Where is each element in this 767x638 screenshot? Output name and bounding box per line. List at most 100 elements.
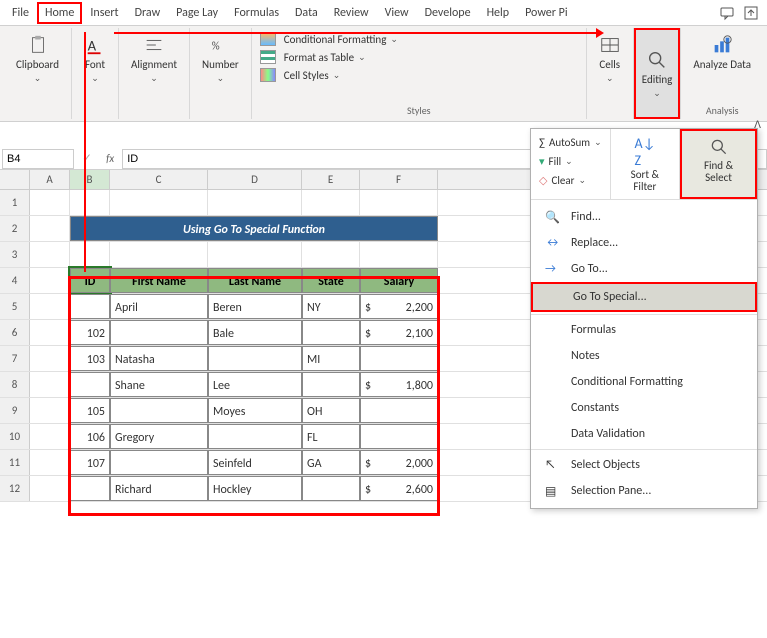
cell[interactable] xyxy=(110,242,208,267)
sort-filter-button[interactable]: A↓Z Sort & Filter xyxy=(611,129,680,199)
menu-select-objects[interactable]: ↖Select Objects xyxy=(531,452,757,478)
menu-constants[interactable]: Constants xyxy=(531,395,757,421)
row-header[interactable]: 10 xyxy=(0,424,30,449)
cell-state[interactable]: MI xyxy=(302,346,360,371)
cell-salary[interactable]: $2,600 xyxy=(360,476,438,501)
row-header[interactable]: 6 xyxy=(0,320,30,345)
alignment-button[interactable]: Alignment ⌄ xyxy=(125,30,183,88)
menu-notes[interactable]: Notes xyxy=(531,343,757,369)
fx-icon[interactable]: fx xyxy=(98,152,122,165)
comments-icon[interactable] xyxy=(719,5,735,21)
cell[interactable] xyxy=(30,398,70,423)
cells-button[interactable]: Cells ⌄ xyxy=(593,30,627,88)
cell-firstname[interactable] xyxy=(110,450,208,475)
clear-button[interactable]: ◇ Clear ⌄ xyxy=(539,171,602,190)
row-header[interactable]: 12 xyxy=(0,476,30,501)
menu-data-validation[interactable]: Data Validation xyxy=(531,421,757,447)
cell-firstname[interactable]: April xyxy=(110,294,208,319)
tab-pagelayout[interactable]: Page Lay xyxy=(168,2,226,24)
cell[interactable] xyxy=(30,476,70,501)
cell-id[interactable]: 102 xyxy=(70,320,110,345)
cell-firstname[interactable]: Shane xyxy=(110,372,208,397)
tab-data[interactable]: Data xyxy=(287,2,326,24)
tab-powerpivot[interactable]: Power Pi xyxy=(517,2,576,24)
cell-styles[interactable]: Cell Styles ⌄ xyxy=(260,66,578,84)
editing-button[interactable]: Editing ⌄ xyxy=(634,28,681,119)
row-header[interactable]: 2 xyxy=(0,216,30,241)
cell[interactable] xyxy=(30,242,70,267)
menu-goto-special[interactable]: Go To Special... xyxy=(531,282,757,312)
autosum-button[interactable]: ∑ AutoSum ⌄ xyxy=(539,133,602,152)
number-button[interactable]: % Number ⌄ xyxy=(196,30,245,88)
table-header[interactable]: Last Name xyxy=(208,268,302,293)
cell[interactable] xyxy=(70,242,110,267)
row-header[interactable]: 3 xyxy=(0,242,30,267)
cell[interactable] xyxy=(208,190,302,215)
menu-find[interactable]: 🔍Find... xyxy=(531,204,757,230)
cell-salary[interactable] xyxy=(360,346,438,371)
table-header[interactable]: First Name xyxy=(110,268,208,293)
select-all-corner[interactable] xyxy=(0,170,30,189)
cell-lastname[interactable] xyxy=(208,424,302,449)
cell[interactable] xyxy=(360,242,438,267)
find-select-button[interactable]: Find & Select xyxy=(680,129,757,199)
cell-salary[interactable]: $2,000 xyxy=(360,450,438,475)
cell-lastname[interactable]: Moyes xyxy=(208,398,302,423)
cell[interactable] xyxy=(30,190,70,215)
cell-firstname[interactable] xyxy=(110,320,208,345)
cell[interactable] xyxy=(30,424,70,449)
table-header[interactable]: Salary xyxy=(360,268,438,293)
cell-firstname[interactable]: Richard xyxy=(110,476,208,501)
cell-lastname[interactable]: Seinfeld xyxy=(208,450,302,475)
tab-file[interactable]: File xyxy=(4,2,37,24)
col-header[interactable]: D xyxy=(208,170,302,189)
menu-selection-pane[interactable]: ▤Selection Pane... xyxy=(531,478,757,504)
cell[interactable] xyxy=(302,190,360,215)
menu-replace[interactable]: ↔Replace... xyxy=(531,230,757,256)
clipboard-button[interactable]: Clipboard ⌄ xyxy=(10,30,65,88)
cell-lastname[interactable]: Lee xyxy=(208,372,302,397)
tab-home[interactable]: Home xyxy=(37,2,82,24)
menu-cond-format[interactable]: Conditional Formatting xyxy=(531,369,757,395)
row-header[interactable]: 7 xyxy=(0,346,30,371)
row-header[interactable]: 1 xyxy=(0,190,30,215)
cell[interactable] xyxy=(30,294,70,319)
tab-insert[interactable]: Insert xyxy=(82,2,126,24)
cell-id[interactable]: 103 xyxy=(70,346,110,371)
menu-formulas[interactable]: Formulas xyxy=(531,317,757,343)
cell-id[interactable]: 105 xyxy=(70,398,110,423)
cell-firstname[interactable]: Gregory xyxy=(110,424,208,449)
format-as-table[interactable]: Format as Table ⌄ xyxy=(260,48,578,66)
cell-state[interactable] xyxy=(302,320,360,345)
cell[interactable] xyxy=(30,346,70,371)
row-header[interactable]: 4 xyxy=(0,268,30,293)
cell-lastname[interactable]: Beren xyxy=(208,294,302,319)
row-header[interactable]: 8 xyxy=(0,372,30,397)
cell[interactable] xyxy=(110,190,208,215)
cell[interactable] xyxy=(302,242,360,267)
row-header[interactable]: 5 xyxy=(0,294,30,319)
cell[interactable] xyxy=(30,320,70,345)
cell-id[interactable] xyxy=(70,372,110,397)
cell-state[interactable]: NY xyxy=(302,294,360,319)
cell[interactable] xyxy=(70,190,110,215)
tab-draw[interactable]: Draw xyxy=(127,2,169,24)
col-header[interactable]: A xyxy=(30,170,70,189)
table-header[interactable]: ID xyxy=(70,268,110,293)
cell[interactable] xyxy=(30,216,70,241)
col-header[interactable]: B xyxy=(70,170,110,189)
tab-formulas[interactable]: Formulas xyxy=(226,2,287,24)
cell-firstname[interactable]: Natasha xyxy=(110,346,208,371)
cell-firstname[interactable] xyxy=(110,398,208,423)
share-icon[interactable] xyxy=(743,5,759,21)
cell-lastname[interactable]: Hockley xyxy=(208,476,302,501)
col-header[interactable]: C xyxy=(110,170,208,189)
table-header[interactable]: State xyxy=(302,268,360,293)
row-header[interactable]: 9 xyxy=(0,398,30,423)
cell-salary[interactable]: $2,200 xyxy=(360,294,438,319)
cell[interactable] xyxy=(208,242,302,267)
col-header[interactable]: E xyxy=(302,170,360,189)
cell-state[interactable]: OH xyxy=(302,398,360,423)
menu-goto[interactable]: →Go To... xyxy=(531,256,757,282)
fill-button[interactable]: ▾ Fill ⌄ xyxy=(539,152,602,171)
